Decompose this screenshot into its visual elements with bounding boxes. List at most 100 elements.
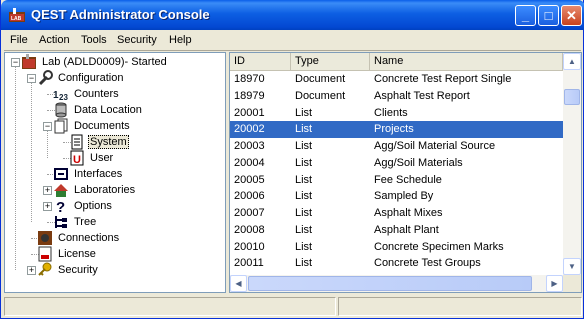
cell-type: List <box>295 123 313 136</box>
tree-item-label: Connections <box>58 232 120 244</box>
cell-id: 20005 <box>234 173 265 186</box>
collapse-icon[interactable]: − <box>11 58 20 67</box>
svg-text:23: 23 <box>59 93 68 102</box>
expand-icon[interactable]: + <box>43 202 52 211</box>
database-icon <box>53 102 69 118</box>
counters-icon: 1 23 <box>53 86 69 102</box>
tree-item-label: Security <box>58 264 98 276</box>
menu-file[interactable]: File <box>10 34 28 46</box>
table-row[interactable]: 20002 List Projects <box>230 121 563 139</box>
question-icon: ? <box>53 198 69 216</box>
collapse-icon[interactable]: − <box>43 122 52 131</box>
maximize-button[interactable]: □ <box>538 5 559 26</box>
scroll-left-button[interactable]: ◀ <box>230 275 247 292</box>
tree-item-configuration[interactable]: Configuration <box>37 70 125 86</box>
lab-icon <box>21 54 37 70</box>
minimize-icon: _ <box>521 8 530 23</box>
tree-item-system[interactable]: System <box>69 134 129 150</box>
arrow-up-icon: ▲ <box>568 57 576 66</box>
tree-item-options[interactable]: ? Options <box>53 198 114 216</box>
license-icon <box>37 246 53 262</box>
tree-item-counters[interactable]: 1 23 Counters <box>53 86 121 102</box>
table-row[interactable]: 20003 List Agg/Soil Material Source <box>230 138 563 155</box>
tree-item-lab-adld0009-started[interactable]: Lab (ADLD0009)- Started <box>21 54 169 70</box>
scroll-right-button[interactable]: ▶ <box>546 275 563 292</box>
table-row[interactable]: 20008 List Asphalt Plant <box>230 222 563 239</box>
cell-type: Document <box>295 73 346 85</box>
cell-id: 20003 <box>234 140 265 152</box>
cell-name: Sampled By <box>374 190 434 203</box>
column-header-name[interactable]: Name <box>370 53 563 70</box>
cell-type: List <box>295 240 313 253</box>
list-header: ID Type Name <box>230 53 563 71</box>
documents-icon <box>53 118 69 134</box>
arrow-right-icon: ▶ <box>551 279 558 288</box>
cell-name: Concrete Test Report Single <box>374 73 512 85</box>
menu-tools[interactable]: Tools <box>81 34 107 46</box>
svg-text:LAB: LAB <box>11 16 22 22</box>
minimize-button[interactable]: _ <box>515 5 536 26</box>
tree-item-label: Data Location <box>74 104 142 116</box>
table-row[interactable]: 20007 List Asphalt Mixes <box>230 205 563 222</box>
menu-action[interactable]: Action <box>39 34 70 46</box>
collapse-icon[interactable]: − <box>27 74 36 83</box>
tree-item-laboratories[interactable]: Laboratories <box>53 182 137 198</box>
tree-guide-line <box>15 62 17 270</box>
scroll-down-button[interactable]: ▼ <box>563 258 581 275</box>
tree-item-label: Lab (ADLD0009)- Started <box>42 56 167 68</box>
table-row[interactable]: 18979 Document Asphalt Test Report <box>230 88 563 105</box>
horizontal-scrollbar[interactable]: ◀ ▶ <box>230 275 563 292</box>
cell-id: 18979 <box>234 89 265 102</box>
table-row[interactable]: 20004 List Agg/Soil Materials <box>230 155 563 172</box>
vertical-scroll-thumb[interactable] <box>564 89 580 105</box>
expand-icon[interactable]: + <box>27 266 36 275</box>
expand-icon[interactable]: + <box>43 186 52 195</box>
tree-item-data-location[interactable]: Data Location <box>53 102 144 118</box>
cell-type: List <box>295 173 313 186</box>
tree-item-label: Configuration <box>58 72 124 84</box>
arrow-down-icon: ▼ <box>568 262 576 271</box>
cell-name: Fee Schedule <box>374 173 442 186</box>
items-list-view[interactable]: ID Type Name 18970 Document Concrete Test … <box>229 52 582 293</box>
vertical-scrollbar[interactable]: ▲ ▼ <box>563 53 581 275</box>
cell-type: List <box>295 140 313 152</box>
table-row[interactable]: 20006 List Sampled By <box>230 188 563 205</box>
cell-id: 20006 <box>234 190 265 203</box>
tree-item-tree[interactable]: Tree <box>53 214 98 230</box>
menu-security[interactable]: Security <box>117 34 157 46</box>
table-row[interactable]: 20001 List Clients <box>230 105 563 122</box>
tree-item-interfaces[interactable]: Interfaces <box>53 166 124 182</box>
tree-item-label: Counters <box>74 88 119 100</box>
title-bar[interactable]: LAB QEST Administrator Console _ □ ✕ <box>1 0 584 30</box>
tree-item-connections[interactable]: Connections <box>37 230 121 246</box>
table-row[interactable]: 18970 Document Concrete Test Report Single <box>230 71 563 88</box>
cell-type: List <box>295 223 313 236</box>
maximize-icon: □ <box>544 8 553 23</box>
cell-id: 20008 <box>234 223 265 236</box>
tree-icon <box>53 214 69 230</box>
column-header-id[interactable]: ID <box>230 53 291 70</box>
horizontal-scroll-thumb[interactable] <box>248 276 532 291</box>
menu-help[interactable]: Help <box>169 34 192 46</box>
cell-name: Asphalt Plant <box>374 223 439 236</box>
cell-id: 20004 <box>234 156 265 169</box>
cell-name: Asphalt Mixes <box>374 207 443 219</box>
column-header-type[interactable]: Type <box>291 53 370 70</box>
cell-id: 20002 <box>234 123 265 136</box>
close-button[interactable]: ✕ <box>561 5 582 26</box>
cell-type: List <box>295 156 313 169</box>
table-row[interactable]: 20010 List Concrete Specimen Marks <box>230 239 563 256</box>
table-row[interactable]: 20005 List Fee Schedule <box>230 172 563 189</box>
cell-name: Asphalt Test Report <box>374 89 470 102</box>
table-row[interactable]: 20011 List Concrete Test Groups <box>230 255 563 272</box>
navigation-tree[interactable]: − Lab (ADLD0009)- Started − Configuration 1 2… <box>4 52 226 293</box>
scroll-up-button[interactable]: ▲ <box>563 53 581 70</box>
tree-item-documents[interactable]: Documents <box>53 118 132 134</box>
tree-item-label: User <box>90 152 114 164</box>
cell-type: List <box>295 257 313 270</box>
tree-item-security[interactable]: Security <box>37 262 100 278</box>
tree-item-label: Tree <box>74 216 97 228</box>
tree-item-user[interactable]: U User <box>69 150 115 166</box>
window-title: QEST Administrator Console <box>31 7 210 22</box>
tree-item-license[interactable]: License <box>37 246 98 262</box>
